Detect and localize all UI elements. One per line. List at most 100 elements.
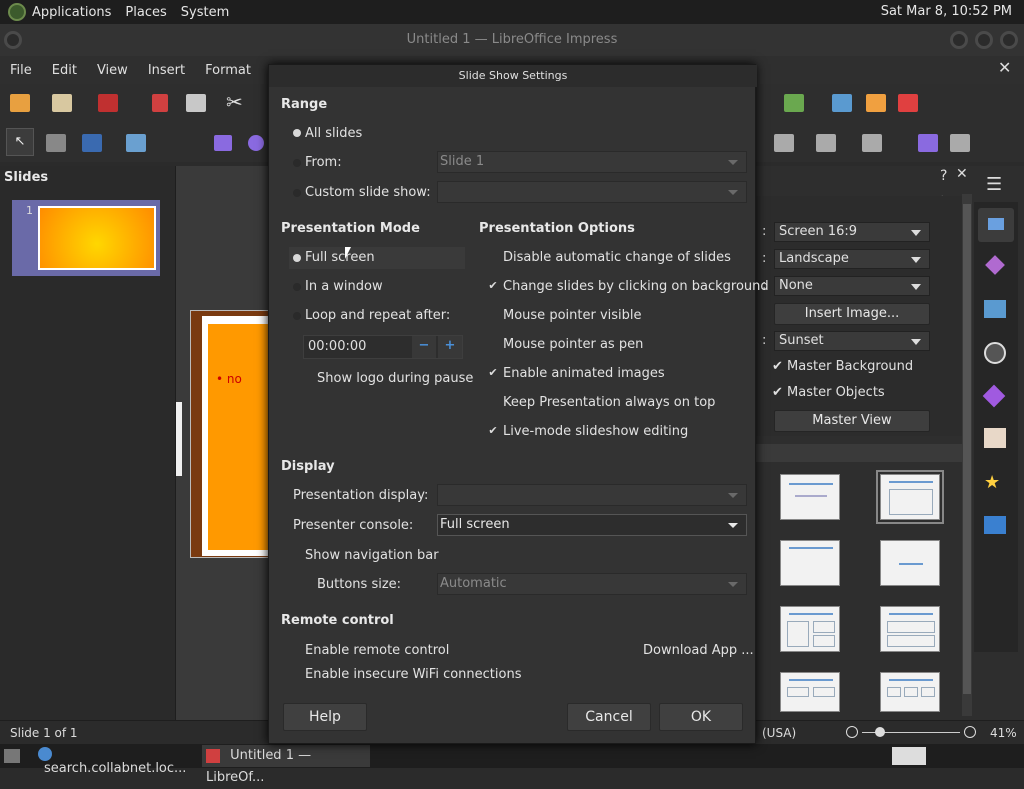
cancel-button[interactable]: Cancel: [567, 703, 651, 731]
click-background-label[interactable]: Change slides by clicking on background: [503, 279, 769, 294]
insecure-wifi-label[interactable]: Enable insecure WiFi connections: [305, 667, 521, 682]
show-nav-bar-checkbox[interactable]: [289, 549, 301, 561]
loop-time-value[interactable]: 00:00:00: [308, 339, 366, 354]
pane-collapse-handle[interactable]: [176, 402, 182, 476]
layout-four-content[interactable]: [780, 672, 840, 712]
layout-content-over-content[interactable]: [880, 606, 940, 652]
insert-image-button[interactable]: Insert Image...: [774, 303, 930, 325]
zoom-slider-handle[interactable]: [875, 727, 885, 737]
zoom-icon[interactable]: [46, 134, 66, 152]
close-document-icon[interactable]: ✕: [998, 58, 1011, 77]
cut-icon[interactable]: ✂: [226, 90, 243, 114]
workspace-switcher[interactable]: [892, 747, 926, 765]
full-screen-label[interactable]: Full screen: [305, 250, 375, 265]
increment-button[interactable]: +: [438, 336, 462, 358]
slide-format-dropdown[interactable]: Screen 16:9: [774, 222, 930, 242]
live-mode-checkbox[interactable]: ✔: [487, 425, 499, 437]
all-slides-radio[interactable]: [293, 129, 301, 137]
ok-button[interactable]: OK: [659, 703, 743, 731]
insecure-wifi-checkbox[interactable]: [289, 668, 301, 680]
sidebar-menu-icon[interactable]: ☰: [986, 174, 1002, 195]
master-view-button[interactable]: Master View: [774, 410, 930, 432]
show-logo-checkbox[interactable]: [303, 373, 315, 385]
window-menu-button[interactable]: [4, 31, 22, 49]
from-slide-dropdown[interactable]: Slide 1: [437, 151, 747, 173]
pointer-pen-label[interactable]: Mouse pointer as pen: [503, 337, 643, 352]
slide-thumbnail-selected[interactable]: 1: [12, 200, 160, 276]
rectangle-icon[interactable]: [214, 135, 232, 151]
print-icon[interactable]: [186, 94, 206, 112]
live-mode-label[interactable]: Live-mode slideshow editing: [503, 424, 688, 439]
click-background-checkbox[interactable]: ✔: [487, 280, 499, 292]
sidebar-scrollbar[interactable]: [962, 194, 972, 716]
menu-edit[interactable]: Edit: [52, 63, 77, 78]
help-button[interactable]: Help: [283, 703, 367, 731]
pointer-visible-label[interactable]: Mouse pointer visible: [503, 308, 642, 323]
enable-remote-label[interactable]: Enable remote control: [305, 643, 449, 658]
pointer-pen-checkbox[interactable]: [487, 338, 499, 350]
close-deck-icon[interactable]: ✕: [956, 166, 968, 182]
animated-images-label[interactable]: Enable animated images: [503, 366, 665, 381]
enable-remote-checkbox[interactable]: [289, 644, 301, 656]
always-on-top-label[interactable]: Keep Presentation always on top: [503, 395, 715, 410]
styles-tab-icon[interactable]: [985, 255, 1005, 275]
line-color-icon[interactable]: [82, 134, 102, 152]
menu-file[interactable]: File: [10, 63, 32, 78]
menu-insert[interactable]: Insert: [148, 63, 185, 78]
shapes-tab-icon[interactable]: [982, 384, 1006, 408]
table-icon[interactable]: [784, 94, 804, 112]
distribute-icon[interactable]: [862, 134, 882, 152]
zoom-percent[interactable]: 41%: [990, 726, 1017, 740]
disable-auto-change-checkbox[interactable]: [487, 251, 499, 263]
layout-centered-text[interactable]: [880, 540, 940, 586]
media-icon[interactable]: [866, 94, 886, 112]
loop-repeat-label[interactable]: Loop and repeat after:: [305, 308, 450, 323]
export-pdf-icon[interactable]: [152, 94, 168, 112]
show-desktop-icon[interactable]: [4, 749, 20, 763]
layout-title-content[interactable]: [780, 474, 840, 520]
loop-time-spinbox[interactable]: 00:00:00 − +: [303, 335, 463, 359]
all-slides-label[interactable]: All slides: [305, 126, 362, 141]
layout-six-content[interactable]: [880, 672, 940, 712]
in-window-radio[interactable]: [293, 283, 301, 291]
buttons-size-dropdown[interactable]: Automatic: [437, 573, 747, 595]
properties-tab[interactable]: [978, 208, 1014, 242]
menu-view[interactable]: View: [97, 63, 128, 78]
pointer-visible-checkbox[interactable]: [487, 309, 499, 321]
orientation-dropdown[interactable]: Landscape: [774, 249, 930, 269]
master-objects-checkbox[interactable]: ✔ Master Objects: [772, 385, 885, 400]
taskbar-item-browser[interactable]: search.collabnet.loc...: [38, 746, 198, 776]
align-icon[interactable]: [774, 134, 794, 152]
clock[interactable]: Sat Mar 8, 10:52 PM: [881, 4, 1012, 19]
layout-title-only[interactable]: [780, 540, 840, 586]
sidebar-scrollbar-thumb[interactable]: [963, 204, 971, 694]
show-nav-bar-label[interactable]: Show navigation bar: [305, 548, 439, 563]
zoom-out-icon[interactable]: [846, 726, 858, 738]
presentation-display-dropdown[interactable]: [437, 484, 747, 506]
menu-format[interactable]: Format: [205, 63, 251, 78]
select-icon[interactable]: ↖: [6, 128, 34, 156]
decrement-button[interactable]: −: [412, 336, 436, 358]
in-window-label[interactable]: In a window: [305, 279, 383, 294]
from-radio[interactable]: [293, 159, 301, 167]
presenter-console-dropdown[interactable]: Full screen: [437, 514, 747, 536]
image-icon[interactable]: [832, 94, 852, 112]
loop-repeat-radio[interactable]: [293, 312, 301, 320]
distro-logo-icon[interactable]: [8, 3, 26, 21]
gallery-tab-icon[interactable]: [984, 300, 1006, 318]
shadow-icon[interactable]: [918, 134, 938, 152]
chart-icon[interactable]: [898, 94, 918, 112]
slide-transition-tab-icon[interactable]: [984, 428, 1006, 448]
fill-color-icon[interactable]: [126, 134, 146, 152]
custom-slideshow-label[interactable]: Custom slide show:: [305, 185, 431, 200]
arrange-icon[interactable]: [816, 134, 836, 152]
minimize-button[interactable]: [950, 31, 968, 49]
master-background-checkbox[interactable]: ✔ Master Background: [772, 359, 913, 374]
ellipse-icon[interactable]: [248, 135, 264, 151]
master-slide-dropdown[interactable]: Sunset: [774, 331, 930, 351]
full-screen-radio[interactable]: [293, 254, 301, 262]
disable-auto-change-label[interactable]: Disable automatic change of slides: [503, 250, 731, 265]
new-icon[interactable]: [10, 94, 30, 112]
from-label[interactable]: From:: [305, 155, 342, 170]
places-menu[interactable]: Places: [125, 5, 166, 20]
